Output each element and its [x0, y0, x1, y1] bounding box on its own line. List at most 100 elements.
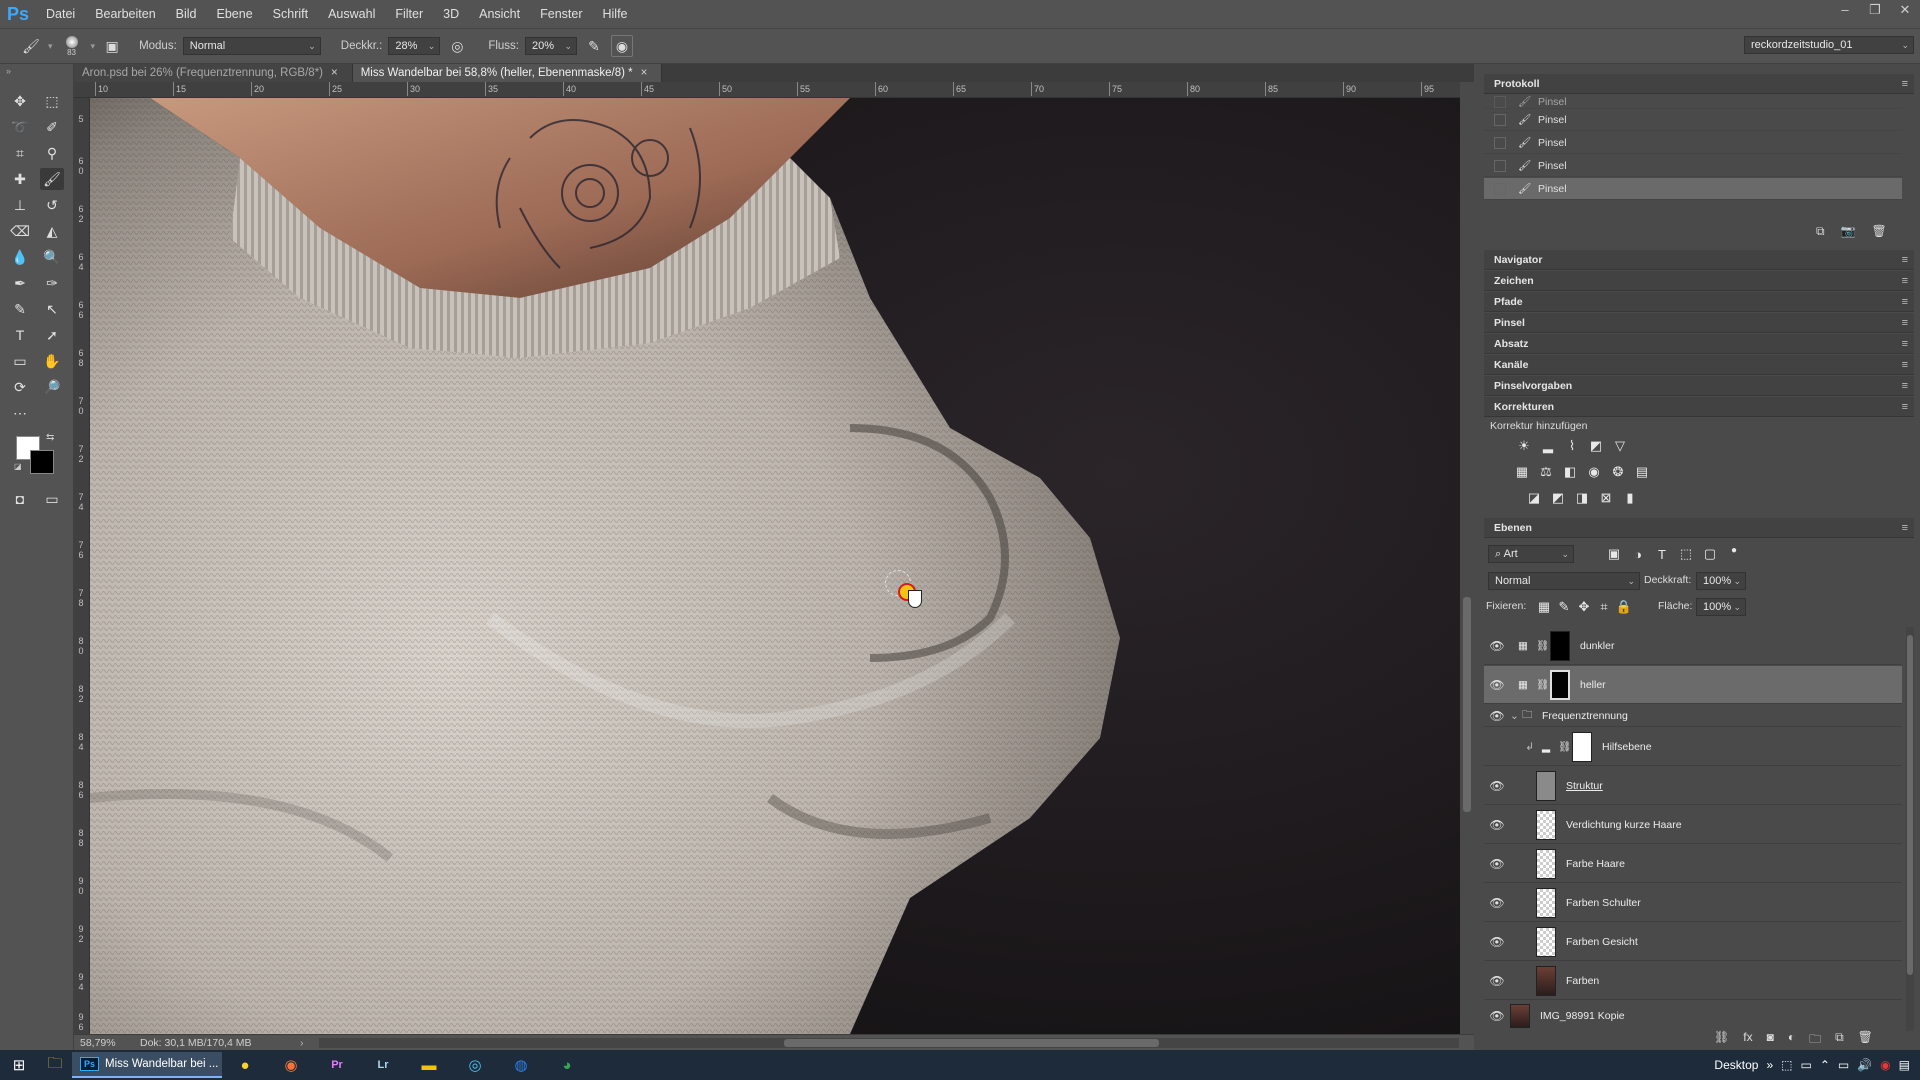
rectangle-tool-icon[interactable]: ▭: [8, 350, 32, 372]
layers-scrollbar[interactable]: [1906, 627, 1914, 1031]
layer-row[interactable]: 👁 Verdichtung kurze Haare: [1484, 806, 1902, 844]
delete-icon[interactable]: 🗑: [1872, 224, 1887, 239]
pinsel-panel-header[interactable]: Pinsel ≡: [1484, 313, 1914, 333]
folder-app-icon[interactable]: ▬: [406, 1050, 452, 1080]
swap-colors-icon[interactable]: ⇆: [46, 432, 54, 443]
visibility-eye-icon[interactable]: 👁: [1484, 818, 1510, 832]
layer-row[interactable]: 👁 Farbe Haare: [1484, 845, 1902, 883]
channel-mixer-icon[interactable]: ❂: [1608, 464, 1628, 480]
filter-shape-icon[interactable]: ⬚: [1676, 546, 1696, 562]
tab-aron[interactable]: Aron.psd bei 26% (Frequenztrennung, RGB/…: [74, 64, 353, 82]
ebenen-panel-header[interactable]: Ebenen ≡: [1484, 518, 1914, 538]
volume-icon[interactable]: 🔊: [1857, 1058, 1872, 1072]
black-white-icon[interactable]: ◧: [1560, 464, 1580, 480]
brush-panel-toggle-icon[interactable]: ▣: [101, 35, 123, 57]
airbrush-icon[interactable]: ✎: [583, 35, 605, 57]
lock-transparent-icon[interactable]: ▦: [1534, 599, 1554, 615]
layer-thumbnail[interactable]: [1536, 926, 1556, 957]
layer-row[interactable]: 👁 Farben Schulter: [1484, 884, 1902, 922]
history-item[interactable]: 🖌 Pinsel: [1484, 109, 1902, 131]
chevron-icon[interactable]: »: [1766, 1058, 1773, 1072]
visibility-eye-icon[interactable]: 👁: [1484, 709, 1510, 723]
tray-up-arrow-icon[interactable]: ⌃: [1820, 1058, 1830, 1072]
more-tools-icon[interactable]: ⋯: [8, 402, 32, 424]
move-tool-icon[interactable]: ✥: [8, 90, 32, 112]
layer-group-row[interactable]: 👁 ⌄ 🗀 Frequenztrennung: [1484, 705, 1902, 727]
panel-menu-icon[interactable]: ≡: [1902, 296, 1908, 308]
menu-auswahl[interactable]: Auswahl: [318, 7, 385, 21]
panel-menu-icon[interactable]: ≡: [1902, 401, 1908, 413]
tab-miss-wandelbar[interactable]: Miss Wandelbar bei 58,8% (heller, Ebenen…: [352, 64, 663, 82]
layer-mask-thumbnail[interactable]: [1550, 630, 1570, 661]
menu-ebene[interactable]: Ebene: [207, 7, 263, 21]
filter-smart-object-icon[interactable]: ▢: [1700, 546, 1720, 562]
kanaele-panel-header[interactable]: Kanäle ≡: [1484, 355, 1914, 375]
lock-position-icon[interactable]: ✥: [1574, 599, 1594, 615]
lock-artboard-icon[interactable]: ⌗: [1594, 599, 1614, 615]
brush-preset-picker[interactable]: 83: [59, 35, 85, 57]
close-button[interactable]: ✕: [1890, 0, 1920, 24]
color-balance-icon[interactable]: ⚖: [1536, 464, 1556, 480]
threshold-icon[interactable]: ◨: [1572, 490, 1592, 506]
invert-icon[interactable]: ◪: [1524, 490, 1544, 506]
color-lookup-icon[interactable]: ▤: [1632, 464, 1652, 480]
scrollbar-thumb[interactable]: [1907, 635, 1913, 975]
marquee-tool-icon[interactable]: ⬚: [40, 90, 64, 112]
fluss-input[interactable]: 20% ⌄: [525, 37, 577, 55]
menu-schrift[interactable]: Schrift: [263, 7, 318, 21]
fill-input[interactable]: 100% ⌄: [1696, 598, 1746, 616]
notifications-icon[interactable]: ▤: [1899, 1058, 1910, 1072]
blur-tool-icon[interactable]: 💧: [8, 246, 32, 268]
visibility-eye-icon[interactable]: 👁: [1484, 678, 1510, 692]
adobe-cc-icon[interactable]: ◉: [1880, 1058, 1890, 1072]
link-icon[interactable]: ⛓: [1536, 678, 1550, 691]
file-explorer-icon[interactable]: 🗀: [38, 1050, 72, 1080]
zeichen-panel-header[interactable]: Zeichen ≡: [1484, 271, 1914, 291]
clone-stamp-tool-icon[interactable]: ⊥: [8, 194, 32, 216]
bridge-icon[interactable]: ●: [222, 1050, 268, 1080]
layer-row[interactable]: 👁 Farben Gesicht: [1484, 923, 1902, 961]
premiere-icon[interactable]: Pr: [314, 1050, 360, 1080]
history-brush-tool-icon[interactable]: ↺: [40, 194, 64, 216]
network-icon[interactable]: ▭: [1838, 1058, 1849, 1072]
type-tool-icon[interactable]: T: [8, 324, 32, 346]
document-canvas[interactable]: [90, 98, 1460, 1034]
chevron-down-icon[interactable]: ⌄: [1510, 710, 1522, 722]
layer-thumbnail[interactable]: [1536, 809, 1556, 840]
layer-filter-select[interactable]: ⌕ Art ⌄: [1488, 545, 1574, 563]
panel-collapse-icon[interactable]: »: [6, 66, 11, 76]
taskbar-photoshop-button[interactable]: Ps Miss Wandelbar bei ...: [72, 1052, 222, 1078]
rotate-view-tool-icon[interactable]: ⟳: [8, 376, 32, 398]
layer-mask-thumbnail[interactable]: [1572, 731, 1592, 762]
eraser-tool-icon[interactable]: ⌫: [8, 220, 32, 242]
freeform-pen-tool-icon[interactable]: ✑: [40, 272, 64, 294]
modus-select[interactable]: Normal ⌄: [182, 37, 321, 55]
scrollbar-thumb[interactable]: [1463, 597, 1471, 812]
opacity-input[interactable]: 100% ⌄: [1696, 572, 1746, 590]
curves-icon[interactable]: ⌇: [1562, 438, 1582, 454]
zoom-level[interactable]: 58,79%: [80, 1037, 140, 1049]
workspace-select[interactable]: reckordzeitstudio_01 ⌄: [1744, 36, 1914, 54]
visibility-eye-icon[interactable]: 👁: [1484, 974, 1510, 988]
new-group-icon[interactable]: 🗀: [1809, 1030, 1821, 1051]
blend-mode-select[interactable]: Normal ⌄: [1488, 572, 1640, 590]
layer-thumbnail[interactable]: [1510, 1004, 1530, 1028]
screen-mode-icon[interactable]: ▭: [40, 488, 64, 510]
levels-icon[interactable]: ▂: [1538, 438, 1558, 454]
panel-menu-icon[interactable]: ≡: [1902, 380, 1908, 392]
panel-menu-icon[interactable]: ≡: [1902, 275, 1908, 287]
brightness-icon[interactable]: ☀: [1514, 438, 1534, 454]
quick-mask-icon[interactable]: ◘: [8, 488, 32, 510]
history-item[interactable]: 🖌 Pinsel: [1484, 155, 1902, 177]
pinselvorgaben-panel-header[interactable]: Pinselvorgaben ≡: [1484, 376, 1914, 396]
quick-select-tool-icon[interactable]: ✐: [40, 116, 64, 138]
new-document-from-state-icon[interactable]: ⧉: [1816, 224, 1825, 239]
layer-row[interactable]: 👁 Farben: [1484, 962, 1902, 1000]
layer-thumbnail[interactable]: [1536, 887, 1556, 918]
gradient-map-icon[interactable]: ▮: [1620, 490, 1640, 506]
brush-tool-icon[interactable]: 🖌: [20, 35, 42, 57]
minimize-button[interactable]: –: [1830, 0, 1860, 24]
close-tab-icon[interactable]: ×: [331, 64, 338, 82]
pen-tool-icon[interactable]: ✒: [8, 272, 32, 294]
visibility-eye-icon[interactable]: 👁: [1484, 779, 1510, 793]
